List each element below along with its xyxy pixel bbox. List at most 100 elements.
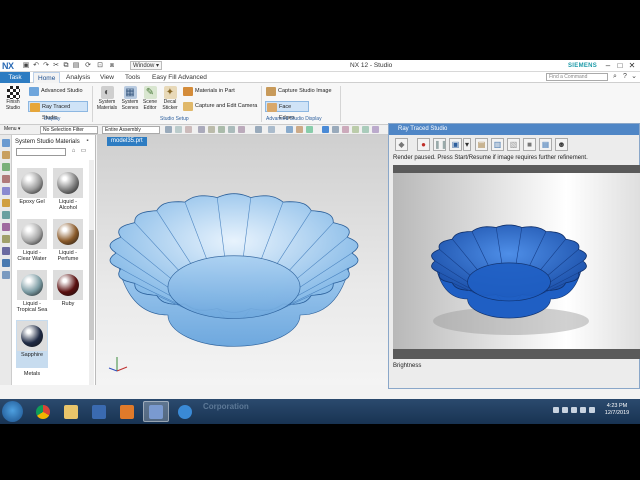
- tab-task[interactable]: Task: [0, 72, 30, 83]
- panel-pin-icon[interactable]: ▪: [84, 138, 91, 145]
- snap-end-icon[interactable]: [208, 126, 215, 133]
- tray-keyboard-icon[interactable]: [571, 407, 577, 413]
- start-button[interactable]: [2, 401, 23, 422]
- help-icon[interactable]: ?: [621, 73, 629, 81]
- finish-studio-button[interactable]: Finish Studio: [2, 86, 24, 111]
- capture-studio-image-button[interactable]: Capture Studio Image: [265, 86, 337, 97]
- tray-network-icon[interactable]: [580, 407, 586, 413]
- orient-icon[interactable]: [362, 126, 369, 133]
- fit-view-icon[interactable]: [268, 126, 275, 133]
- paste-icon[interactable]: ▤: [72, 62, 80, 70]
- taskbar-app-orange[interactable]: [114, 401, 140, 422]
- bowl-model[interactable]: [97, 135, 388, 385]
- web-browser-icon[interactable]: [2, 211, 10, 219]
- stop-icon[interactable]: ■: [523, 138, 536, 151]
- zoom-icon[interactable]: [372, 126, 379, 133]
- repeat-command-icon[interactable]: ⟳: [84, 62, 92, 70]
- full-view-icon[interactable]: ◆: [395, 138, 408, 151]
- graphics-window[interactable]: model35.prt: [97, 135, 388, 385]
- window-menu[interactable]: Window ▾: [130, 61, 163, 70]
- material-item[interactable]: Liquid - Tropical Sea: [16, 269, 48, 317]
- select-icon[interactable]: [165, 126, 172, 133]
- assembly-scope-dropdown[interactable]: Entire Assembly: [102, 126, 160, 134]
- part-family-icon[interactable]: [2, 175, 10, 183]
- settings-icon[interactable]: ▦: [539, 138, 552, 151]
- tab-easy-fill-advanced[interactable]: Easy Fill Advanced: [148, 72, 211, 83]
- tab-tools[interactable]: Tools: [121, 72, 144, 83]
- wcs-icon[interactable]: [352, 126, 359, 133]
- system-scenes-button[interactable]: ▦ System Scenes: [120, 86, 140, 111]
- material-item[interactable]: Epoxy Gel: [16, 167, 48, 215]
- selection-filter-dropdown[interactable]: No Selection Filter: [40, 126, 98, 134]
- material-item-partial[interactable]: Metals: [16, 371, 48, 379]
- taskbar-nx[interactable]: [143, 401, 169, 422]
- constraint-navigator-icon[interactable]: [2, 163, 10, 171]
- command-search-input[interactable]: Find a Command: [546, 73, 608, 81]
- tray-flag-icon[interactable]: [562, 407, 568, 413]
- reuse-library-icon[interactable]: [2, 187, 10, 195]
- view-orient-icon[interactable]: [255, 126, 262, 133]
- taskbar-sync[interactable]: [172, 401, 198, 422]
- face-edges-toggle[interactable]: Face Edges: [265, 101, 309, 121]
- select-all-icon[interactable]: [175, 126, 182, 133]
- maximize-button[interactable]: □: [614, 60, 626, 71]
- cut-icon[interactable]: ✂: [52, 62, 60, 70]
- undo-icon[interactable]: ↶: [32, 62, 40, 70]
- render-style-icon[interactable]: [322, 126, 329, 133]
- materials-scrollbar[interactable]: [89, 160, 94, 385]
- search-icon[interactable]: ⌕: [611, 73, 619, 81]
- save-icon[interactable]: ▣: [22, 62, 30, 70]
- process-studio-icon[interactable]: [2, 235, 10, 243]
- scene-editor-button[interactable]: ✎ Scene Editor: [141, 86, 159, 111]
- shaded-icon[interactable]: [286, 126, 293, 133]
- close-button[interactable]: ✕: [626, 60, 638, 71]
- tab-home[interactable]: Home: [33, 72, 61, 83]
- menu-button[interactable]: Menu ▾: [2, 126, 36, 134]
- assembly-navigator-icon[interactable]: [2, 151, 10, 159]
- ray-traced-studio-button[interactable]: Ray Traced Studio: [28, 101, 88, 121]
- decal-sticker-button[interactable]: ✦ Decal Sticker: [160, 86, 180, 111]
- section-icon[interactable]: [306, 126, 313, 133]
- roles-icon[interactable]: [2, 247, 10, 255]
- history-icon[interactable]: [2, 223, 10, 231]
- snap-quadrant-icon[interactable]: [238, 126, 245, 133]
- material-item[interactable]: Sapphire: [16, 320, 48, 368]
- pause-icon[interactable]: ❚❚: [433, 138, 447, 151]
- material-item[interactable]: Ruby: [52, 269, 84, 317]
- system-materials-panel-icon[interactable]: [2, 259, 10, 267]
- taskbar-media[interactable]: [86, 401, 112, 422]
- touch-mode-icon[interactable]: ⊡: [96, 62, 104, 70]
- hd3d-tools-icon[interactable]: [2, 199, 10, 207]
- material-item[interactable]: Liquid - Clear Water: [16, 218, 48, 266]
- folder-icon[interactable]: ▭: [80, 148, 87, 155]
- material-item[interactable]: Liquid - Alcohol: [52, 167, 84, 215]
- part-navigator-icon[interactable]: [2, 139, 10, 147]
- materials-in-part-button[interactable]: Materials in Part: [182, 86, 252, 97]
- capture-edit-camera-button[interactable]: Capture and Edit Camera: [182, 101, 258, 112]
- snap-mid-icon[interactable]: [218, 126, 225, 133]
- redo-icon[interactable]: ↷: [42, 62, 50, 70]
- switch-window-icon[interactable]: ⧈: [108, 62, 116, 70]
- save-image-icon[interactable]: ▥: [491, 138, 504, 151]
- minimize-button[interactable]: –: [602, 60, 614, 71]
- advanced-studio-button[interactable]: Advanced Studio: [28, 86, 86, 97]
- capture-image-icon[interactable]: ▤: [475, 138, 488, 151]
- snap-point-icon[interactable]: [198, 126, 205, 133]
- taskbar-clock[interactable]: 4:23 PM 12/7/2019: [598, 403, 636, 417]
- scrollbar-thumb[interactable]: [89, 230, 94, 340]
- background-icon[interactable]: ▧: [507, 138, 520, 151]
- layer-icon[interactable]: [332, 126, 339, 133]
- home-icon[interactable]: ⌂: [70, 148, 77, 155]
- snap-center-icon[interactable]: [228, 126, 235, 133]
- deselect-icon[interactable]: [185, 126, 192, 133]
- taskbar-chrome[interactable]: [30, 401, 56, 422]
- show-hide-icon[interactable]: [342, 126, 349, 133]
- system-materials-button[interactable]: ◐ System Materials: [96, 86, 118, 111]
- view-mode-icon[interactable]: ▣: [449, 138, 462, 151]
- taskbar-explorer[interactable]: [58, 401, 84, 422]
- system-scenes-panel-icon[interactable]: [2, 271, 10, 279]
- view-mode-dropdown[interactable]: ▾: [463, 138, 471, 151]
- ribbon-options-icon[interactable]: ⌄: [630, 73, 638, 81]
- user-icon[interactable]: ☻: [555, 138, 568, 151]
- tray-up-arrow-icon[interactable]: [553, 407, 559, 413]
